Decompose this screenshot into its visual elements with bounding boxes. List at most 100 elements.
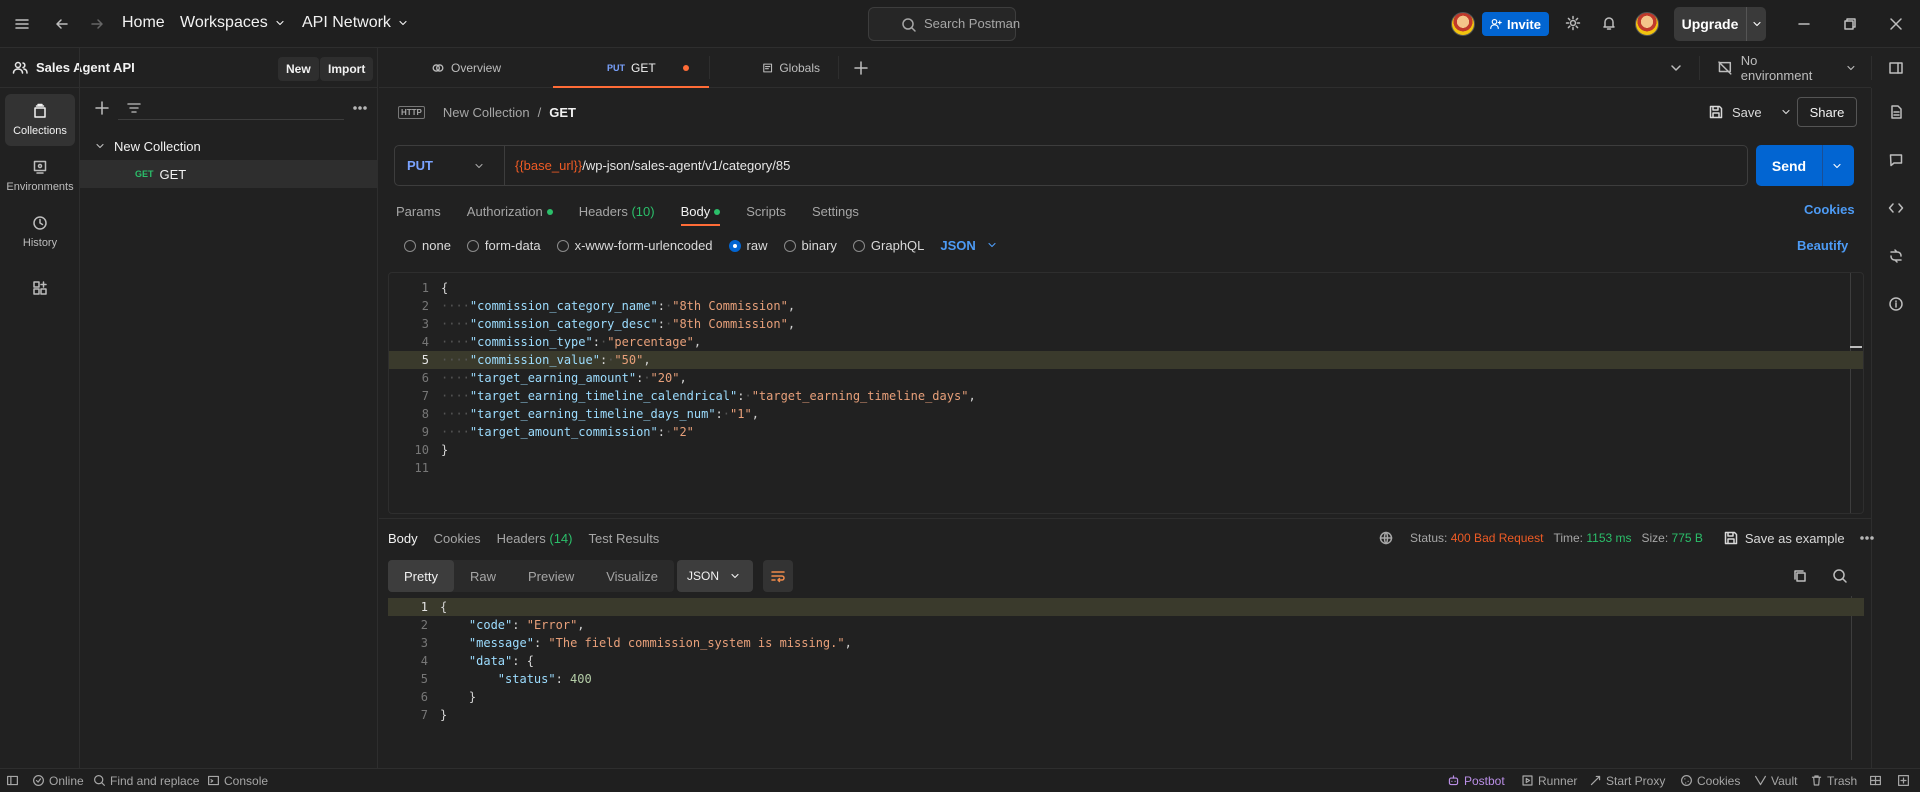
tab-overview[interactable]: Overview [379, 48, 553, 87]
import-button[interactable]: Import [320, 57, 374, 81]
body-option-urlencoded[interactable]: x-www-form-urlencoded [556, 238, 713, 253]
tab-params[interactable]: Params [396, 204, 441, 219]
tab-settings[interactable]: Settings [812, 204, 859, 219]
rail-item-collections[interactable]: Collections [5, 94, 75, 146]
send-button[interactable]: Send [1756, 145, 1854, 186]
radio-button[interactable] [556, 239, 569, 252]
tab-headers[interactable]: Headers (10) [579, 204, 655, 219]
tab-authorization[interactable]: Authorization [467, 204, 553, 219]
new-button[interactable]: New [278, 57, 319, 81]
tabs-overflow-chevron-icon[interactable] [1668, 60, 1684, 76]
radio-button[interactable] [783, 239, 796, 252]
radio-button-selected[interactable] [728, 239, 741, 252]
cookies-button[interactable]: Cookies [1680, 774, 1740, 788]
view-tab-preview[interactable]: Preview [512, 560, 590, 592]
request-item[interactable]: GET GET [80, 160, 378, 188]
response-tab-headers[interactable]: Headers (14) [497, 531, 573, 546]
runner-button[interactable]: Runner [1521, 774, 1577, 788]
upgrade-button[interactable]: Upgrade [1674, 7, 1766, 41]
chevron-down-icon[interactable] [1780, 106, 1792, 118]
body-option-binary[interactable]: binary [783, 238, 837, 253]
view-tab-pretty[interactable]: Pretty [388, 560, 454, 592]
menu-icon[interactable] [14, 16, 30, 32]
postbot-button[interactable]: Postbot [1447, 774, 1505, 788]
code-line[interactable]: 4 ····"commission_type":·"percentage", [389, 333, 1863, 351]
response-divider[interactable] [379, 518, 1871, 519]
code-line[interactable]: 2 ····"commission_category_name":·"8th Co… [389, 297, 1863, 315]
tab-scripts[interactable]: Scripts [746, 204, 786, 219]
code-line[interactable]: 11 [389, 459, 1863, 477]
body-option-raw[interactable]: raw [728, 238, 768, 253]
api-network-menu[interactable]: API Network [302, 14, 409, 32]
wrap-lines-button[interactable] [763, 560, 793, 592]
breadcrumb-current[interactable]: GET [549, 105, 576, 120]
url-input[interactable]: {{base_url}}/wp-json/sales-agent/v1/cate… [505, 146, 1747, 185]
body-option-form-data[interactable]: form-data [466, 238, 541, 253]
user-avatar[interactable] [1635, 12, 1659, 36]
rail-item-history[interactable]: History [5, 206, 75, 258]
new-tab-button[interactable] [839, 48, 883, 87]
save-as-example-button[interactable]: Save as example [1723, 530, 1845, 546]
copy-icon[interactable] [1792, 568, 1808, 584]
workspaces-menu[interactable]: Workspaces [180, 14, 286, 32]
code-line[interactable]: 10} [389, 441, 1863, 459]
filter-input[interactable] [118, 96, 344, 120]
tab-active-request[interactable]: PUT GET [553, 48, 709, 88]
chevron-down-icon[interactable] [1831, 160, 1843, 172]
console-button[interactable]: Console [207, 774, 268, 788]
documentation-icon[interactable] [1888, 104, 1904, 120]
home-link[interactable]: Home [122, 14, 165, 32]
request-body-editor[interactable]: 1{2 ····"commission_category_name":·"8th … [388, 272, 1864, 514]
team-avatar[interactable] [1451, 12, 1475, 36]
radio-button[interactable] [404, 239, 416, 252]
search-response-icon[interactable] [1832, 568, 1848, 584]
add-collection-icon[interactable] [94, 100, 110, 116]
toggle-sidebar-icon[interactable] [6, 774, 19, 787]
status-info[interactable]: Status: 400 Bad Request [1410, 531, 1543, 545]
view-tab-visualize[interactable]: Visualize [590, 560, 674, 592]
more-options-icon[interactable] [352, 100, 368, 116]
breadcrumb-parent[interactable]: New Collection [443, 105, 530, 120]
time-info[interactable]: Time: 1153 ms [1553, 531, 1631, 545]
online-status[interactable]: Online [32, 774, 84, 788]
code-line[interactable]: 5 ····"commission_value":·"50", [389, 351, 1863, 369]
back-arrow-icon[interactable] [54, 16, 70, 32]
response-format-select[interactable]: JSON [677, 560, 753, 592]
response-tab-cookies[interactable]: Cookies [434, 531, 481, 546]
code-line[interactable]: 1{ [389, 279, 1863, 297]
right-panel-toggle-icon[interactable] [1888, 60, 1904, 76]
body-option-graphql[interactable]: GraphQL [852, 238, 924, 253]
forward-arrow-icon[interactable] [89, 16, 105, 32]
collection-item[interactable]: New Collection [80, 132, 378, 160]
radio-button[interactable] [852, 239, 865, 252]
cookies-link[interactable]: Cookies [1804, 202, 1855, 217]
info-icon[interactable] [1888, 296, 1904, 312]
trash-button[interactable]: Trash [1810, 774, 1857, 788]
body-option-none[interactable]: none [404, 238, 451, 253]
code-line[interactable]: 7 ····"target_earning_timeline_calendrica… [389, 387, 1863, 405]
beautify-link[interactable]: Beautify [1797, 238, 1848, 253]
minimize-icon[interactable] [1796, 16, 1812, 32]
start-proxy-button[interactable]: Start Proxy [1589, 774, 1665, 788]
response-tab-test-results[interactable]: Test Results [589, 531, 660, 546]
code-line[interactable]: 6 ····"target_earning_amount":·"20", [389, 369, 1863, 387]
radio-button[interactable] [466, 239, 479, 252]
share-button[interactable]: Share [1797, 97, 1857, 127]
code-icon[interactable] [1888, 200, 1904, 216]
network-globe-icon[interactable] [1378, 530, 1394, 546]
size-info[interactable]: Size: 775 B [1642, 531, 1703, 545]
notifications-bell-icon[interactable] [1601, 15, 1617, 31]
find-replace-button[interactable]: Find and replace [93, 774, 199, 788]
invite-button[interactable]: Invite [1482, 12, 1549, 36]
environment-selector[interactable]: No environment [1717, 48, 1857, 88]
more-options-icon[interactable] [1859, 530, 1875, 546]
rail-item-environments[interactable]: Environments [5, 150, 75, 202]
view-tab-raw[interactable]: Raw [454, 560, 512, 592]
method-select[interactable]: PUT [395, 146, 505, 185]
code-line[interactable]: 9 ····"target_amount_commission":·"2" [389, 423, 1863, 441]
code-line[interactable]: 8 ····"target_earning_timeline_days_num":… [389, 405, 1863, 423]
related-collections-icon[interactable] [1888, 248, 1904, 264]
help-icon[interactable] [1897, 774, 1910, 787]
response-tab-body[interactable]: Body [388, 531, 418, 546]
save-button[interactable]: Save [1708, 98, 1792, 126]
